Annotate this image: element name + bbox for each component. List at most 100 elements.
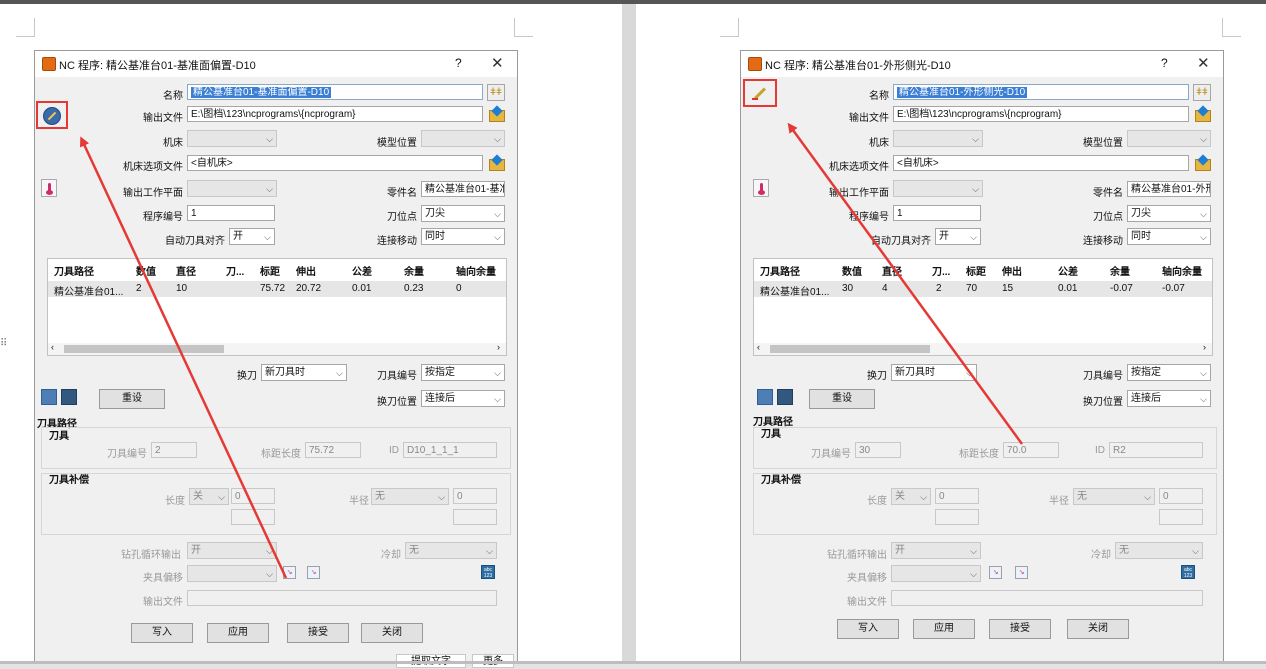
col-header[interactable]: 标距 [966, 263, 986, 278]
machine-select[interactable]: ⌵ [187, 130, 277, 147]
output-file-input[interactable]: E:\图档\123\ncprograms\{ncprogram} [187, 106, 483, 122]
col-header[interactable]: 余量 [404, 263, 424, 278]
link-move-select[interactable]: 同时 ⌵ [421, 228, 505, 245]
tool-change-position-select[interactable]: 连接后 ⌵ [1127, 390, 1211, 407]
tool-tip-select[interactable]: 刀尖 ⌵ [1127, 205, 1211, 222]
machine-option-file-input[interactable]: <自机床> [893, 155, 1189, 171]
scrollbar-thumb[interactable] [64, 345, 224, 353]
radius-input[interactable]: 0 [1159, 488, 1203, 504]
col-header[interactable]: 直径 [882, 263, 902, 278]
machine-option-file-input[interactable]: <自机床> [187, 155, 483, 171]
table-row[interactable]: 精公基准台01... 2 10 75.72 20.72 0.01 0.23 0 [48, 281, 506, 298]
col-header[interactable]: 余量 [1110, 263, 1130, 278]
model-position-select[interactable]: ⌵ [1127, 130, 1211, 147]
folder-open-icon[interactable] [1193, 154, 1211, 172]
radius-select[interactable]: 无 ⌵ [371, 488, 449, 505]
name-input[interactable]: 精公基准台01-基准面偏置-D10 [187, 84, 483, 100]
output-file2-input[interactable] [187, 590, 497, 606]
col-header[interactable]: 直径 [176, 263, 196, 278]
tool-edit-icon[interactable] [777, 389, 793, 405]
name-tools-icon[interactable]: ǂǂ [1193, 84, 1211, 101]
reset-button[interactable]: 重设 [809, 389, 875, 409]
col-header[interactable]: 公差 [1058, 263, 1078, 278]
tool-change-select[interactable]: 新刀具时 ⌵ [891, 364, 977, 381]
col-header[interactable]: 伸出 [296, 263, 316, 278]
radius-input[interactable]: 0 [453, 488, 497, 504]
length-input[interactable]: 0 [935, 488, 979, 504]
part-name-input[interactable]: 精公基准台01-基准 [421, 181, 505, 197]
scrollbar-thumb[interactable] [770, 345, 930, 353]
fixture-offset-select[interactable]: ⌵ [187, 565, 277, 582]
write-button[interactable]: 写入 [131, 623, 193, 643]
drill-cycle-select[interactable]: 开 ⌵ [187, 542, 277, 559]
col-header[interactable]: 刀具路径 [54, 263, 94, 278]
apply-button[interactable]: 应用 [913, 619, 975, 639]
accept-button[interactable]: 接受 [989, 619, 1051, 639]
radius-input-2[interactable] [453, 509, 497, 525]
name-tools-icon[interactable]: ǂǂ [487, 84, 505, 101]
auto-tool-align-select[interactable]: 开 ⌵ [935, 228, 981, 245]
coolant-select[interactable]: 无 ⌵ [1115, 542, 1203, 559]
program-number-input[interactable]: 1 [893, 205, 981, 221]
scroll-left-icon[interactable]: ‹ [757, 342, 760, 352]
tool-number-select[interactable]: 按指定 ⌵ [1127, 364, 1211, 381]
close-button[interactable]: 关闭 [1067, 619, 1129, 639]
output-workplane-select[interactable]: ⌵ [187, 180, 277, 197]
fixture-add-icon[interactable]: ↘ [989, 566, 1002, 579]
coolant-select[interactable]: 无 ⌵ [405, 542, 497, 559]
col-header[interactable]: 刀... [932, 263, 950, 278]
length-select[interactable]: 关 ⌵ [891, 488, 931, 505]
col-header[interactable]: 公差 [352, 263, 372, 278]
abc-123-icon[interactable]: abc 123 [481, 565, 495, 579]
col-header[interactable]: 伸出 [1002, 263, 1022, 278]
name-input[interactable]: 精公基准台01-外形侧光-D10 [893, 84, 1189, 100]
tool-change-select[interactable]: 新刀具时 ⌵ [261, 364, 347, 381]
col-header[interactable]: 刀具路径 [760, 263, 800, 278]
fixture-add-icon[interactable]: ↘ [283, 566, 296, 579]
tool-number-select[interactable]: 按指定 ⌵ [421, 364, 505, 381]
thermometer-icon[interactable] [41, 179, 57, 197]
length-input-2[interactable] [231, 509, 275, 525]
part-name-input[interactable]: 精公基准台01-外形 [1127, 181, 1211, 197]
length-select[interactable]: 关 ⌵ [189, 488, 229, 505]
machine-select[interactable]: ⌵ [893, 130, 983, 147]
abc-123-icon[interactable]: abc 123 [1181, 565, 1195, 579]
length-input-2[interactable] [935, 509, 979, 525]
apply-button[interactable]: 应用 [207, 623, 269, 643]
radius-input-2[interactable] [1159, 509, 1203, 525]
help-button[interactable]: ? [455, 56, 462, 70]
model-position-select[interactable]: ⌵ [421, 130, 505, 147]
link-move-select[interactable]: 同时 ⌵ [1127, 228, 1211, 245]
reset-button[interactable]: 重设 [99, 389, 165, 409]
drill-cycle-select[interactable]: 开 ⌵ [891, 542, 981, 559]
tool-change-position-select[interactable]: 连接后 ⌵ [421, 390, 505, 407]
write-button[interactable]: 写入 [837, 619, 899, 639]
scroll-right-icon[interactable]: › [497, 342, 500, 352]
col-header[interactable]: 轴向余量 [1162, 263, 1202, 278]
accept-button[interactable]: 接受 [287, 623, 349, 643]
fixture-edit-icon[interactable]: ↘ [307, 566, 320, 579]
horizontal-scrollbar[interactable]: ‹ › [754, 342, 1212, 355]
help-button[interactable]: ? [1161, 56, 1168, 70]
tool-edit-icon[interactable] [61, 389, 77, 405]
close-icon[interactable]: ✕ [1197, 54, 1210, 72]
drag-handle-icon[interactable]: ⠿ [0, 338, 7, 349]
toolpath-selector-icon[interactable] [43, 107, 61, 125]
close-button[interactable]: 关闭 [361, 623, 423, 643]
col-header[interactable]: 刀... [226, 263, 244, 278]
output-workplane-select[interactable]: ⌵ [893, 180, 983, 197]
scroll-left-icon[interactable]: ‹ [51, 342, 54, 352]
tool-list-icon[interactable] [757, 389, 773, 405]
folder-open-icon[interactable] [487, 154, 505, 172]
edit-pencil-icon[interactable] [751, 84, 769, 102]
folder-open-icon[interactable] [1193, 105, 1211, 123]
fixture-edit-icon[interactable]: ↘ [1015, 566, 1028, 579]
output-file2-input[interactable] [891, 590, 1203, 606]
scroll-right-icon[interactable]: › [1203, 342, 1206, 352]
program-number-input[interactable]: 1 [187, 205, 275, 221]
radius-select[interactable]: 无 ⌵ [1073, 488, 1155, 505]
folder-open-icon[interactable] [487, 105, 505, 123]
col-header[interactable]: 数值 [136, 263, 156, 278]
horizontal-scrollbar[interactable]: ‹ › [48, 342, 506, 355]
fixture-offset-select[interactable]: ⌵ [891, 565, 981, 582]
